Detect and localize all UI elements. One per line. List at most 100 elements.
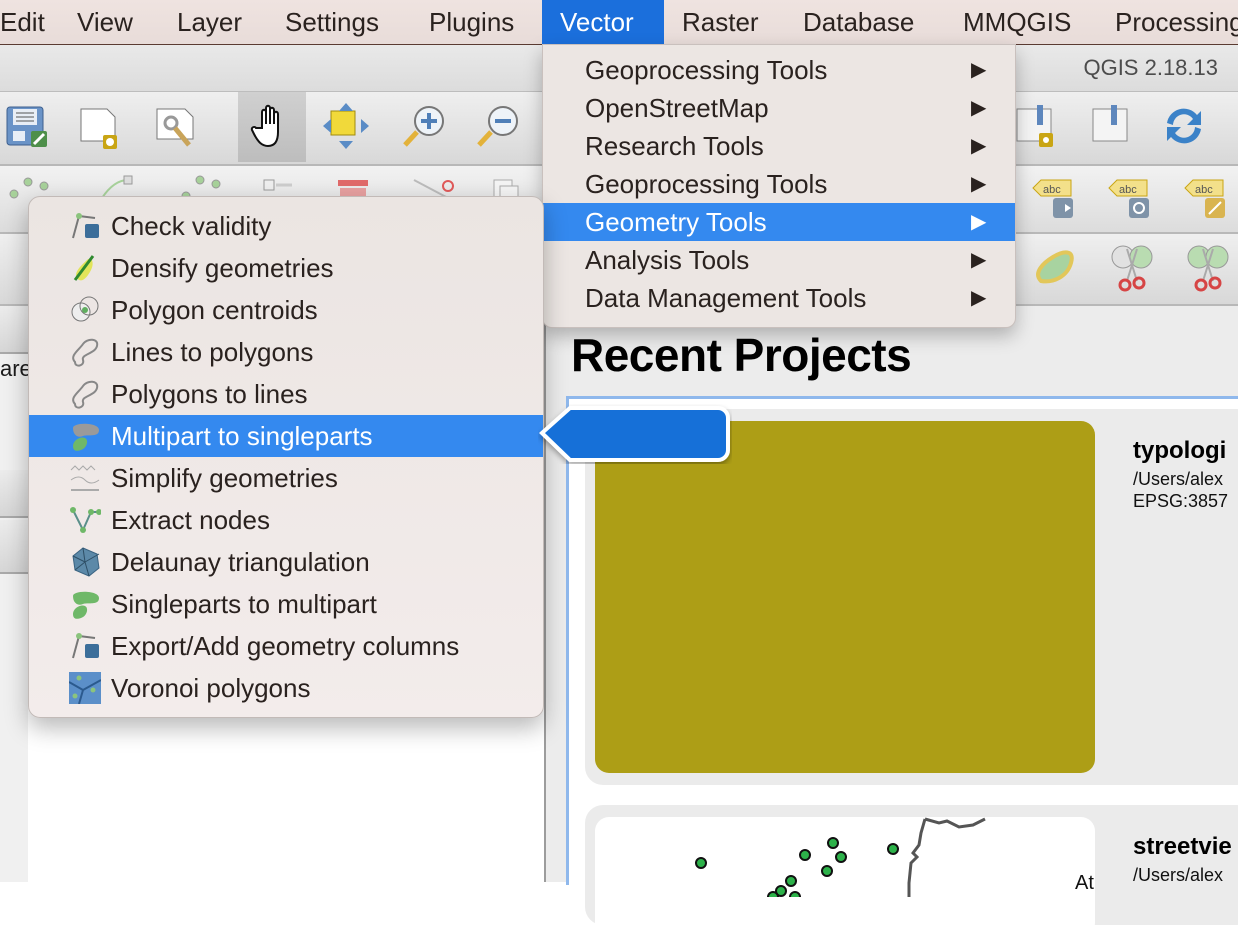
- geometry-item-delaunay[interactable]: Delaunay triangulation: [29, 541, 543, 583]
- menu-processing[interactable]: Processing: [1097, 0, 1238, 44]
- map-label: At: [1075, 872, 1094, 894]
- vector-menu-item-geoprocessing-2[interactable]: Geoprocessing Tools ▶: [543, 165, 1015, 203]
- menu-plugins[interactable]: Plugins: [411, 0, 532, 44]
- refresh-button[interactable]: [1156, 98, 1212, 154]
- pan-icon: [250, 104, 279, 148]
- change-label-button[interactable]: abc: [1178, 170, 1234, 226]
- vector-menu-item-geoprocessing[interactable]: Geoprocessing Tools ▶: [543, 51, 1015, 89]
- zoom-in-icon: [403, 106, 444, 147]
- panel-header: [0, 306, 28, 354]
- menu-vector[interactable]: Vector: [542, 0, 664, 44]
- new-bookmark-button[interactable]: [1010, 98, 1066, 154]
- show-bookmarks-button[interactable]: [1082, 98, 1138, 154]
- svg-text:abc: abc: [1043, 184, 1061, 196]
- layers-panel: [0, 306, 28, 882]
- zoom-out-button[interactable]: [470, 98, 526, 154]
- geometry-item-multipart-to-singleparts[interactable]: Multipart to singleparts: [29, 415, 543, 457]
- project-card[interactable]: typologi /Users/alex EPSG:3857: [585, 409, 1238, 785]
- menu-layer[interactable]: Layer: [159, 0, 260, 44]
- geometry-item-polygons-to-lines[interactable]: Polygons to lines: [29, 373, 543, 415]
- delaunay-icon: [72, 547, 100, 577]
- project-name[interactable]: typologi: [1133, 437, 1226, 465]
- singleparts-to-multipart-icon: [73, 591, 99, 619]
- vector-menu-item-openstreetmap[interactable]: OpenStreetMap ▶: [543, 89, 1015, 127]
- menu-view[interactable]: View: [59, 0, 151, 44]
- project-name[interactable]: streetvie: [1133, 833, 1232, 861]
- menu-item-label: Data Management Tools: [585, 283, 867, 313]
- rotate-label-icon: abc: [1108, 179, 1149, 218]
- split-parts-icon: [1111, 245, 1153, 292]
- menu-item-label: Export/Add geometry columns: [111, 631, 460, 661]
- project-thumbnail[interactable]: At: [595, 817, 1095, 937]
- project-card[interactable]: At streetvie /Users/alex: [585, 805, 1238, 937]
- vector-menu-dropdown: Geoprocessing Tools ▶ OpenStreetMap ▶ Rese…: [542, 44, 1016, 328]
- lines-to-polygons-icon: [72, 338, 99, 367]
- menu-item-label: Geoprocessing Tools: [585, 169, 828, 199]
- project-thumbnail[interactable]: [595, 421, 1095, 773]
- geometry-item-singleparts-to-multipart[interactable]: Singleparts to multipart: [29, 583, 543, 625]
- menu-item-label: Multipart to singleparts: [111, 421, 373, 451]
- split-features-button[interactable]: [1180, 240, 1236, 296]
- panel-row[interactable]: [0, 520, 28, 574]
- menu-raster[interactable]: Raster: [664, 0, 777, 44]
- geometry-item-voronoi[interactable]: Voronoi polygons: [29, 667, 543, 709]
- geometry-item-lines-to-polygons[interactable]: Lines to polygons: [29, 331, 543, 373]
- project-crs: EPSG:3857: [1133, 491, 1229, 511]
- submenu-arrow-icon: ▶: [971, 97, 987, 119]
- svg-text:abc: abc: [1119, 184, 1137, 196]
- geometry-tools-submenu: Check validity Densify geometries Polygo…: [28, 196, 544, 718]
- show-bookmarks-icon: [1092, 105, 1128, 142]
- window-title: QGIS 2.18.13: [1083, 55, 1218, 80]
- refresh-icon: [1167, 108, 1201, 144]
- geometry-item-simplify[interactable]: Simplify geometries: [29, 457, 543, 499]
- menu-database[interactable]: Database: [785, 0, 932, 44]
- multipart-to-singleparts-icon: [73, 423, 99, 451]
- geometry-item-export-geometry-columns[interactable]: Export/Add geometry columns: [29, 625, 543, 667]
- geometry-item-polygon-centroids[interactable]: Polygon centroids: [29, 289, 543, 331]
- pan-to-selection-button[interactable]: [318, 98, 374, 154]
- menu-item-label: Polygons to lines: [111, 379, 308, 409]
- recent-projects-title: Recent Projects: [571, 329, 912, 381]
- offset-curve-icon: [1036, 250, 1074, 284]
- vector-menu-item-research[interactable]: Research Tools ▶: [543, 127, 1015, 165]
- project-path: /Users/alex: [1133, 865, 1224, 885]
- panel-row[interactable]: [0, 470, 28, 518]
- menu-item-label: Analysis Tools: [585, 245, 750, 275]
- move-label-button[interactable]: abc: [1026, 170, 1082, 226]
- save-edits-icon: [6, 106, 47, 147]
- menu-settings[interactable]: Settings: [267, 0, 397, 44]
- menu-item-label: Polygon centroids: [111, 295, 318, 325]
- centroids-icon: [71, 296, 99, 322]
- recent-projects-list: typologi /Users/alex EPSG:3857 At street…: [566, 396, 1238, 937]
- menu-item-label: Geometry Tools: [585, 207, 767, 237]
- menu-item-label: Check validity: [111, 211, 272, 241]
- zoom-in-button[interactable]: [396, 98, 452, 154]
- submenu-arrow-icon: ▶: [971, 287, 987, 309]
- geometry-item-extract-nodes[interactable]: Extract nodes: [29, 499, 543, 541]
- vector-menu-item-analysis[interactable]: Analysis Tools ▶: [543, 241, 1015, 279]
- pan-map-button[interactable]: [238, 92, 306, 162]
- menu-mmqgis[interactable]: MMQGIS: [945, 0, 1089, 44]
- move-label-icon: abc: [1032, 179, 1073, 218]
- layer-properties-button[interactable]: [148, 98, 204, 154]
- new-bookmark-icon: [1016, 105, 1053, 147]
- menu-item-label: Voronoi polygons: [111, 673, 311, 703]
- geometry-item-densify[interactable]: Densify geometries: [29, 247, 543, 289]
- menu-edit[interactable]: Edit: [0, 0, 63, 44]
- vector-menu-item-geometry-tools[interactable]: Geometry Tools ▶: [543, 203, 1015, 241]
- submenu-arrow-icon: ▶: [971, 173, 987, 195]
- geometry-item-check-validity[interactable]: Check validity: [29, 205, 543, 247]
- vector-menu-item-data-management[interactable]: Data Management Tools ▶: [543, 279, 1015, 317]
- menu-item-label: OpenStreetMap: [585, 93, 769, 123]
- submenu-arrow-icon: ▶: [971, 135, 987, 157]
- menu-item-label: Delaunay triangulation: [111, 547, 370, 577]
- new-shapefile-button[interactable]: [72, 98, 128, 154]
- change-label-icon: abc: [1184, 179, 1225, 218]
- submenu-arrow-icon: ▶: [971, 249, 987, 271]
- menu-item-label: Research Tools: [585, 131, 764, 161]
- save-edits-button[interactable]: [0, 98, 56, 154]
- offset-curve-button[interactable]: [1028, 240, 1084, 296]
- split-parts-button[interactable]: [1104, 240, 1160, 296]
- rotate-label-button[interactable]: abc: [1102, 170, 1158, 226]
- callout-arrow-annotation: [539, 406, 730, 462]
